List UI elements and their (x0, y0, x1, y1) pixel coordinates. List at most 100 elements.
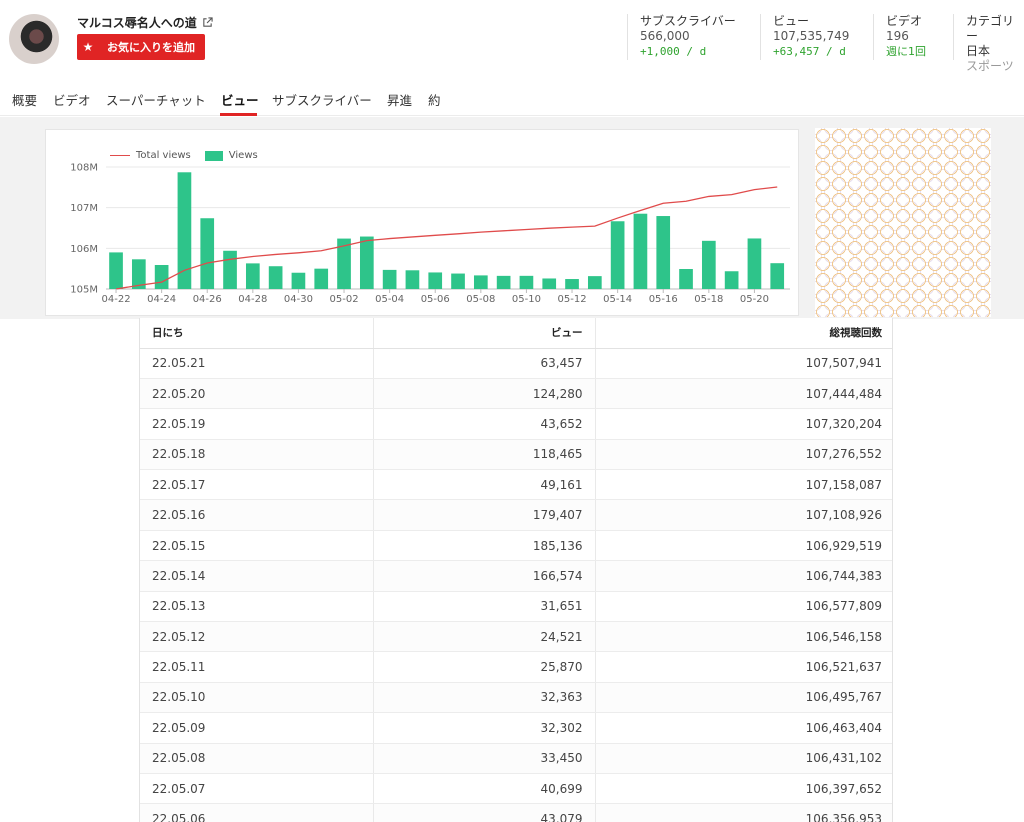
stat-value: 日本 (966, 44, 991, 58)
x-tick-label: 05-10 (512, 294, 541, 305)
table-row: 22.05.20 124,280 107,444,484 (140, 378, 892, 410)
cell-date: 22.05.14 (140, 560, 373, 592)
stat-delta: 週に1回 (886, 45, 926, 58)
bar-views (359, 236, 374, 289)
x-tick-label: 04-26 (193, 294, 222, 305)
channel-title-text[interactable]: マルコス辱名人への道 (77, 14, 197, 31)
cell-views: 32,363 (372, 682, 595, 714)
add-favorite-label: お気に入りを追加 (107, 41, 195, 54)
stat-views: ビュー 107,535,749 +63,457 / d (760, 14, 849, 60)
x-tick-label: 05-18 (694, 294, 723, 305)
cell-views: 43,079 (372, 803, 595, 822)
bar-views (200, 218, 215, 289)
x-tick-label: 05-04 (375, 294, 404, 305)
cell-total: 107,320,204 (594, 408, 892, 440)
external-link-icon[interactable] (202, 17, 213, 28)
table-row: 22.05.08 33,450 106,431,102 (140, 743, 892, 774)
cell-date: 22.05.10 (140, 682, 373, 714)
table-row: 22.05.16 179,407 107,108,926 (140, 499, 892, 531)
x-tick-label: 05-14 (603, 294, 632, 305)
bar-views (610, 221, 625, 289)
table-header-row: 日にち ビュー 総視聴回数 (140, 318, 892, 349)
cell-date: 22.05.18 (140, 439, 373, 471)
stat-divider (760, 14, 761, 60)
x-tick-label: 05-06 (421, 294, 450, 305)
cell-views: 179,407 (372, 499, 595, 531)
tab-promotion[interactable]: 昇進 (387, 90, 412, 109)
cell-views: 124,280 (372, 378, 595, 410)
tab-subscribers[interactable]: サブスクライバー (272, 90, 372, 109)
table-row: 22.05.10 32,363 106,495,767 (140, 682, 892, 714)
bar-views (154, 265, 169, 289)
views-table-container: 日にち ビュー 総視聴回数 22.05.21 63,457 107,507,941 2… (139, 318, 893, 822)
ad-banner[interactable] (815, 128, 991, 317)
cell-date: 22.05.06 (140, 803, 373, 822)
stat-subscribers: サブスクライバー 566,000 +1,000 / d (627, 14, 736, 60)
col-header-date[interactable]: 日にち (140, 318, 373, 349)
x-tick-label: 05-12 (558, 294, 587, 305)
cell-date: 22.05.16 (140, 499, 373, 531)
bar-views (747, 238, 762, 289)
cell-date: 22.05.09 (140, 712, 373, 744)
col-header-views[interactable]: ビュー (372, 318, 595, 349)
bar-views (245, 263, 260, 289)
cell-total: 107,444,484 (594, 378, 892, 410)
col-header-total[interactable]: 総視聴回数 (594, 318, 892, 349)
table-row: 22.05.09 32,302 106,463,404 (140, 712, 892, 744)
bar-views (565, 279, 579, 289)
table-row: 22.05.15 185,136 106,929,519 (140, 530, 892, 562)
bar-views (314, 268, 329, 289)
bar-views (724, 271, 739, 289)
cell-total: 107,108,926 (594, 499, 892, 531)
x-tick-label: 04-30 (284, 294, 313, 305)
bar-views (177, 172, 192, 289)
stat-divider (627, 14, 628, 60)
bar-views (542, 278, 557, 289)
cell-views: 25,870 (372, 651, 595, 683)
y-tick-label: 105M (70, 285, 98, 296)
stat-videos: ビデオ 196 週に1回 (873, 14, 926, 60)
cell-views: 166,574 (372, 560, 595, 592)
tab-superchat[interactable]: スーパーチャット (106, 90, 206, 109)
stat-category: カテゴリー 日本 スポーツ (953, 14, 1024, 74)
bar-views (496, 275, 511, 289)
x-tick-label: 04-28 (238, 294, 267, 305)
stat-sub: スポーツ (966, 59, 1014, 73)
tab-about[interactable]: 約 (428, 90, 441, 109)
table-row: 22.05.12 24,521 106,546,158 (140, 621, 892, 653)
x-tick-label: 04-24 (147, 294, 176, 305)
cell-date: 22.05.17 (140, 469, 373, 501)
tab-overview[interactable]: 概要 (12, 90, 37, 109)
cell-date: 22.05.19 (140, 408, 373, 440)
tab-videos[interactable]: ビデオ (53, 90, 91, 109)
bar-views (451, 273, 465, 289)
channel-title[interactable]: マルコス辱名人への道 (77, 14, 213, 31)
bar-views (770, 263, 785, 289)
cell-total: 106,929,519 (594, 530, 892, 562)
table-row: 22.05.11 25,870 106,521,637 (140, 651, 892, 683)
stat-value: 196 (886, 29, 909, 43)
add-favorite-button[interactable]: ★ お気に入りを追加 (77, 34, 205, 60)
tab-views[interactable]: ビュー (221, 90, 259, 109)
cell-total: 107,158,087 (594, 469, 892, 501)
channel-avatar[interactable] (9, 14, 59, 64)
x-tick-label: 05-02 (330, 294, 359, 305)
cell-views: 33,450 (372, 743, 595, 774)
bar-views (656, 216, 671, 289)
table-row: 22.05.18 118,465 107,276,552 (140, 439, 892, 471)
bar-views (428, 272, 443, 289)
active-tab-indicator (220, 113, 257, 116)
cell-date: 22.05.11 (140, 651, 373, 683)
cell-total: 106,431,102 (594, 743, 892, 774)
y-tick-label: 107M (70, 203, 98, 214)
cell-views: 43,652 (372, 408, 595, 440)
stat-value: 566,000 (640, 29, 690, 43)
views-chart: Total views Views 108M 107M 106M 105M 04-22 0… (45, 129, 799, 316)
cell-total: 107,276,552 (594, 439, 892, 471)
cell-views: 118,465 (372, 439, 595, 471)
table-row: 22.05.07 40,699 106,397,652 (140, 773, 892, 805)
stat-label: ビデオ (886, 14, 923, 28)
cell-total: 106,577,809 (594, 591, 892, 623)
table-row: 22.05.06 43,079 106,356,953 (140, 803, 892, 822)
bar-views (473, 275, 488, 289)
